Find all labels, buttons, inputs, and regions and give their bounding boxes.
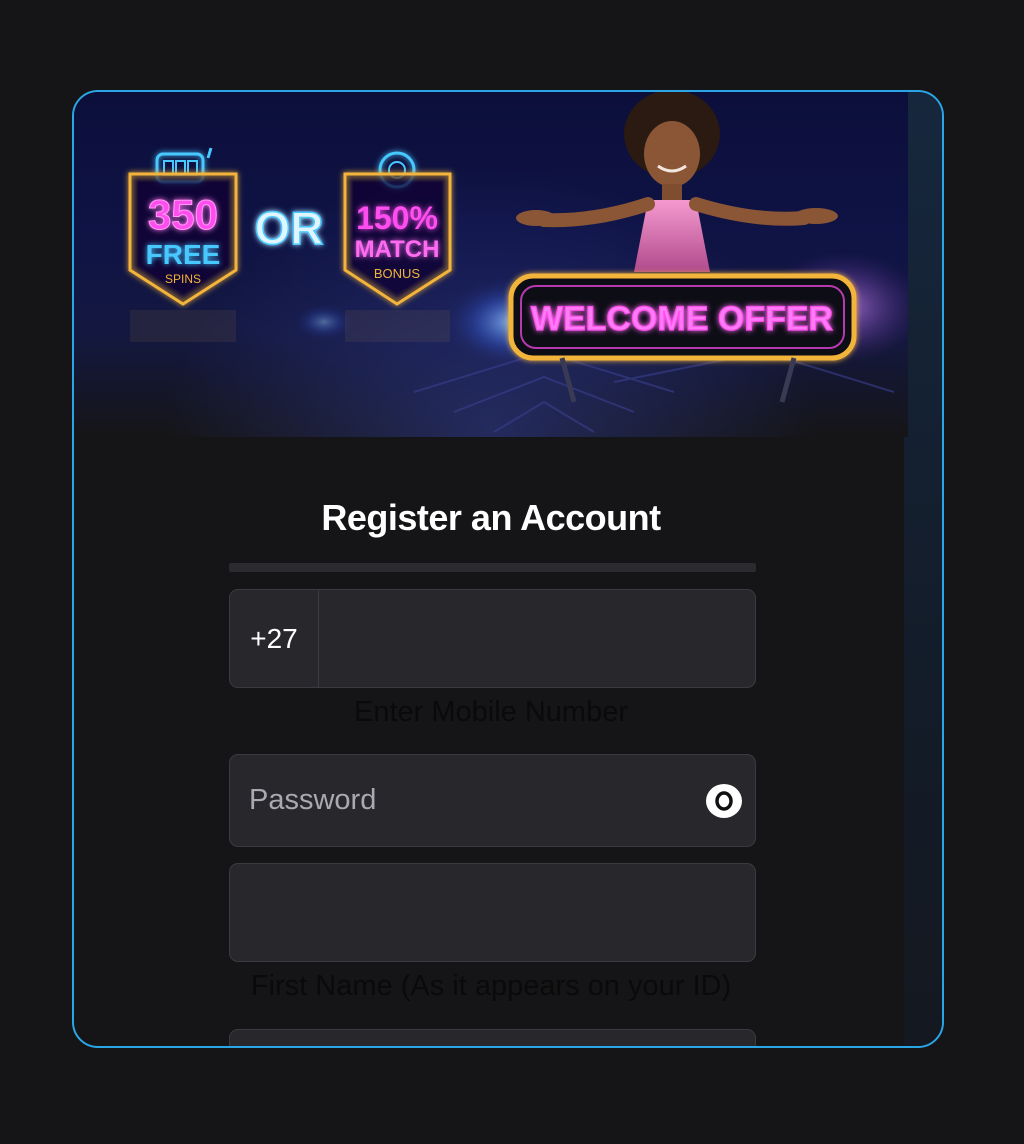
page-title: Register an Account [321, 497, 661, 538]
password-input[interactable]: Password [229, 754, 756, 847]
welcome-offer-banner: 350 FREE SPINS OR 150% MATCH BONUS WELCO… [74, 92, 908, 437]
mobile-number-input[interactable]: +27 [229, 589, 756, 688]
match-bonus-badge: 150% MATCH BONUS [343, 151, 452, 342]
free-spins-badge: 350 FREE SPINS [128, 147, 238, 342]
badge2-bottom-text: BONUS [374, 266, 421, 281]
welcome-offer-sign: WELCOME OFFER [508, 273, 857, 403]
stage-floor [413, 350, 895, 433]
badge1-bottom-text: SPINS [165, 272, 201, 286]
next-form-field[interactable] [229, 1029, 756, 1046]
password-placeholder: Password [249, 784, 377, 816]
first-name-input[interactable] [229, 863, 756, 962]
mobile-number-label: Enter Mobile Number [354, 696, 628, 728]
banner-artwork: 350 FREE SPINS OR 150% MATCH BONUS WELCO… [128, 92, 908, 433]
badge2-middle-text: MATCH [355, 236, 440, 263]
badge1-middle-text: FREE [146, 239, 221, 270]
hostess-illustration [516, 92, 838, 272]
country-code-prefix[interactable]: +27 [230, 590, 319, 687]
or-text: OR [255, 202, 324, 254]
eye-icon[interactable] [705, 782, 743, 820]
badge1-top-text: 350 [148, 191, 218, 238]
first-name-label: First Name (As it appears on your ID) [250, 970, 732, 1002]
welcome-offer-text: WELCOME OFFER [531, 300, 833, 338]
register-modal: 350 FREE SPINS OR 150% MATCH BONUS WELCO… [72, 90, 944, 1048]
modal-scroll-track [904, 92, 942, 1046]
title-divider [229, 563, 756, 572]
badge2-top-text: 150% [356, 200, 438, 236]
